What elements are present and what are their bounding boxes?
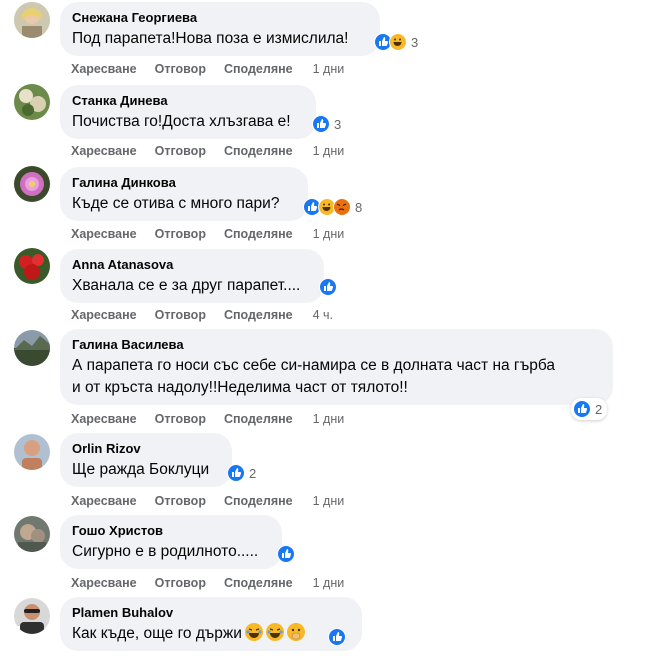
- comment-author[interactable]: Галина Василева: [72, 337, 601, 353]
- comment-actions: Харесване Отговор Споделяне 1 дни: [71, 575, 344, 591]
- like-icon: [319, 278, 337, 296]
- reaction-summary[interactable]: 2: [571, 398, 608, 420]
- avatar[interactable]: [14, 598, 50, 634]
- share-button[interactable]: Споделяне: [224, 62, 293, 76]
- reply-button[interactable]: Отговор: [155, 576, 206, 590]
- like-button[interactable]: Харесване: [71, 144, 137, 158]
- angry-icon: [333, 198, 351, 216]
- comment-text: Хванала се е за друг парапет....: [72, 277, 301, 294]
- timestamp[interactable]: 1 дни: [313, 144, 345, 158]
- hand-over-mouth-emoji: [286, 623, 305, 641]
- like-icon: [573, 400, 591, 418]
- haha-icon: [389, 33, 407, 51]
- like-button[interactable]: Харесване: [71, 412, 137, 426]
- reaction-summary[interactable]: [326, 626, 349, 648]
- reaction-summary[interactable]: 2: [225, 462, 261, 484]
- laughing-tears-emoji: [265, 623, 284, 641]
- comment-bubble: Снежана Георгиева Под парапета!Нова поза…: [60, 2, 380, 56]
- share-button[interactable]: Споделяне: [224, 412, 293, 426]
- share-button[interactable]: Споделяне: [224, 576, 293, 590]
- comment-bubble: Галина Динкова Къде се отива с много пар…: [60, 167, 308, 221]
- avatar[interactable]: [14, 516, 50, 552]
- comment-actions: Харесване Отговор Споделяне 1 дни: [71, 143, 344, 159]
- comment-text: Как къде, още го държи: [72, 623, 350, 645]
- reply-button[interactable]: Отговор: [155, 227, 206, 241]
- timestamp[interactable]: 1 дни: [313, 576, 345, 590]
- reaction-count: 2: [595, 401, 603, 417]
- reaction-count: 8: [355, 199, 363, 215]
- reaction-count: 3: [334, 116, 342, 132]
- comment-author[interactable]: Гошо Христов: [72, 523, 270, 539]
- timestamp[interactable]: 1 дни: [313, 62, 345, 76]
- comment-actions: Харесване Отговор Споделяне 1 дни: [71, 411, 344, 427]
- comment-author[interactable]: Станка Динева: [72, 93, 304, 109]
- like-button[interactable]: Харесване: [71, 308, 137, 322]
- laughing-tears-emoji: [244, 623, 263, 641]
- comment-author[interactable]: Plamen Buhalov: [72, 605, 350, 621]
- comment-bubble: Plamen Buhalov Как къде, още го държи: [60, 597, 362, 651]
- comment-bubble: Orlin Rizov Ще ражда Боклуци: [60, 433, 232, 487]
- avatar[interactable]: [14, 434, 50, 470]
- reaction-summary[interactable]: [275, 543, 298, 565]
- comment-text-line: А парапета го носи със себе си-намира се…: [72, 357, 556, 374]
- comment-bubble: Гошо Христов Сигурно е в родилното.....: [60, 515, 282, 569]
- share-button[interactable]: Споделяне: [224, 494, 293, 508]
- comment-text: Ще ражда Боклуци: [72, 461, 210, 478]
- reaction-summary[interactable]: 3: [310, 113, 346, 135]
- timestamp[interactable]: 1 дни: [313, 494, 345, 508]
- reaction-summary[interactable]: 3: [372, 31, 423, 53]
- comment-text: Почиства го!Доста хлъзгава е!: [72, 113, 291, 130]
- reply-button[interactable]: Отговор: [155, 62, 206, 76]
- comment-author[interactable]: Снежана Георгиева: [72, 10, 368, 26]
- comment-bubble: Станка Динева Почиства го!Доста хлъзгава…: [60, 85, 316, 139]
- comment-text: А парапета го носи със себе си-намира се…: [72, 355, 601, 399]
- comment-actions: Харесване Отговор Споделяне 4 ч.: [71, 307, 333, 323]
- reaction-count: 2: [249, 465, 257, 481]
- like-icon: [227, 464, 245, 482]
- avatar[interactable]: [14, 2, 50, 38]
- like-button[interactable]: Харесване: [71, 227, 137, 241]
- like-button[interactable]: Харесване: [71, 576, 137, 590]
- comment-actions: Харесване Отговор Споделяне 1 дни: [71, 61, 344, 77]
- comment-actions: Харесване Отговор Споделяне 1 дни: [71, 493, 344, 509]
- comment-author[interactable]: Галина Динкова: [72, 175, 296, 191]
- timestamp[interactable]: 1 дни: [313, 412, 345, 426]
- comment-text: Къде се отива с много пари?: [72, 195, 280, 212]
- avatar[interactable]: [14, 166, 50, 202]
- timestamp[interactable]: 4 ч.: [313, 308, 333, 322]
- share-button[interactable]: Споделяне: [224, 144, 293, 158]
- comment-text: Сигурно е в родилното.....: [72, 543, 259, 560]
- like-icon: [328, 628, 346, 646]
- share-button[interactable]: Споделяне: [224, 308, 293, 322]
- comment-bubble: Anna Atanasova Хванала се е за друг пара…: [60, 249, 324, 303]
- like-button[interactable]: Харесване: [71, 494, 137, 508]
- comment-text-body: Как къде, още го държи: [72, 625, 242, 642]
- comment-actions: Харесване Отговор Споделяне 1 дни: [71, 226, 344, 242]
- comment-bubble: Галина Василева А парапета го носи със с…: [60, 329, 613, 405]
- timestamp[interactable]: 1 дни: [313, 227, 345, 241]
- reaction-summary[interactable]: 8: [301, 196, 367, 218]
- avatar[interactable]: [14, 84, 50, 120]
- comment-author[interactable]: Anna Atanasova: [72, 257, 312, 273]
- comment-text: Под парапета!Нова поза е измислила!: [72, 30, 349, 47]
- reaction-count: 3: [411, 34, 419, 50]
- reaction-summary[interactable]: [317, 276, 340, 298]
- comment-author[interactable]: Orlin Rizov: [72, 441, 220, 457]
- share-button[interactable]: Споделяне: [224, 227, 293, 241]
- avatar[interactable]: [14, 248, 50, 284]
- like-icon: [312, 115, 330, 133]
- like-icon: [277, 545, 295, 563]
- reply-button[interactable]: Отговор: [155, 144, 206, 158]
- reply-button[interactable]: Отговор: [155, 494, 206, 508]
- comment-text-line: и от кръста надолу!!Неделима част от тял…: [72, 379, 408, 396]
- like-button[interactable]: Харесване: [71, 62, 137, 76]
- reply-button[interactable]: Отговор: [155, 412, 206, 426]
- avatar[interactable]: [14, 330, 50, 366]
- reply-button[interactable]: Отговор: [155, 308, 206, 322]
